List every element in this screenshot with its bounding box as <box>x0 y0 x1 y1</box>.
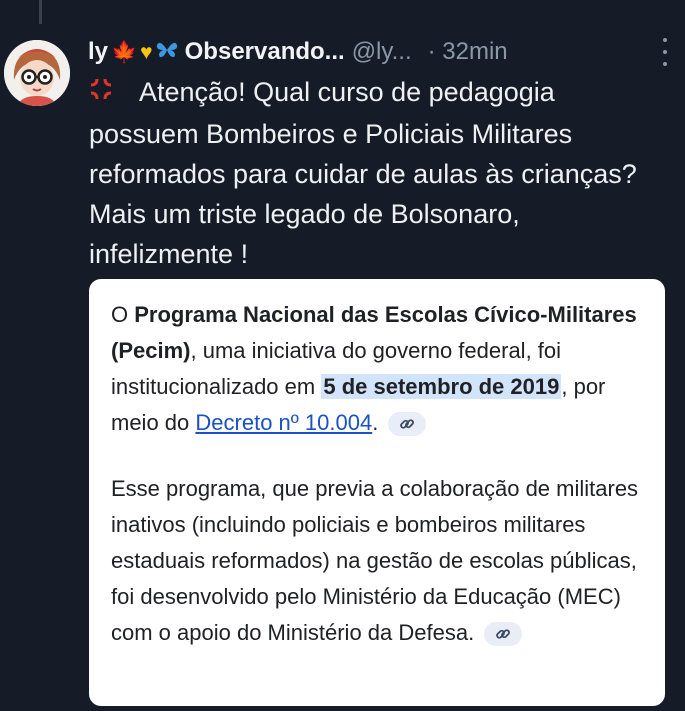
avatar-illustration <box>4 40 70 106</box>
butterfly-icon <box>156 41 178 63</box>
card-text: . <box>372 410 379 435</box>
post-header: ly 🍁 ♥ Observando... @ly... · 32min <box>88 34 669 70</box>
link-chip-icon[interactable] <box>388 412 427 437</box>
thread-connector-line <box>39 0 42 24</box>
maple-leaf-icon: 🍁 <box>111 40 138 64</box>
card-text: O <box>111 302 135 327</box>
post-text: Atenção! Qual curso de pedagogia possuem… <box>89 77 637 269</box>
embedded-info-card[interactable]: O Programa Nacional das Escolas Cívico-M… <box>89 279 665 706</box>
more-options-icon[interactable] <box>661 38 669 66</box>
highlighted-date: 5 de setembro de 2019 <box>321 374 562 399</box>
author-handle[interactable]: @ly... <box>352 38 412 66</box>
link-chip-icon[interactable] <box>484 622 523 647</box>
post-timestamp[interactable]: · 32min <box>428 38 508 66</box>
decree-link[interactable]: Decreto nº 10.004 <box>195 410 372 435</box>
yellow-heart-icon: ♥ <box>140 40 153 64</box>
card-paragraph-1: O Programa Nacional das Escolas Cívico-M… <box>111 297 643 441</box>
anger-symbol-icon <box>89 74 113 114</box>
avatar[interactable] <box>4 40 70 106</box>
card-text: Esse programa, que previa a colaboração … <box>111 476 639 645</box>
post-body: Atenção! Qual curso de pedagogia possuem… <box>89 72 669 274</box>
author-name-prefix[interactable]: ly <box>88 38 108 66</box>
card-paragraph-2: Esse programa, que previa a colaboração … <box>111 471 643 651</box>
author-name[interactable]: Observando... <box>185 38 345 66</box>
